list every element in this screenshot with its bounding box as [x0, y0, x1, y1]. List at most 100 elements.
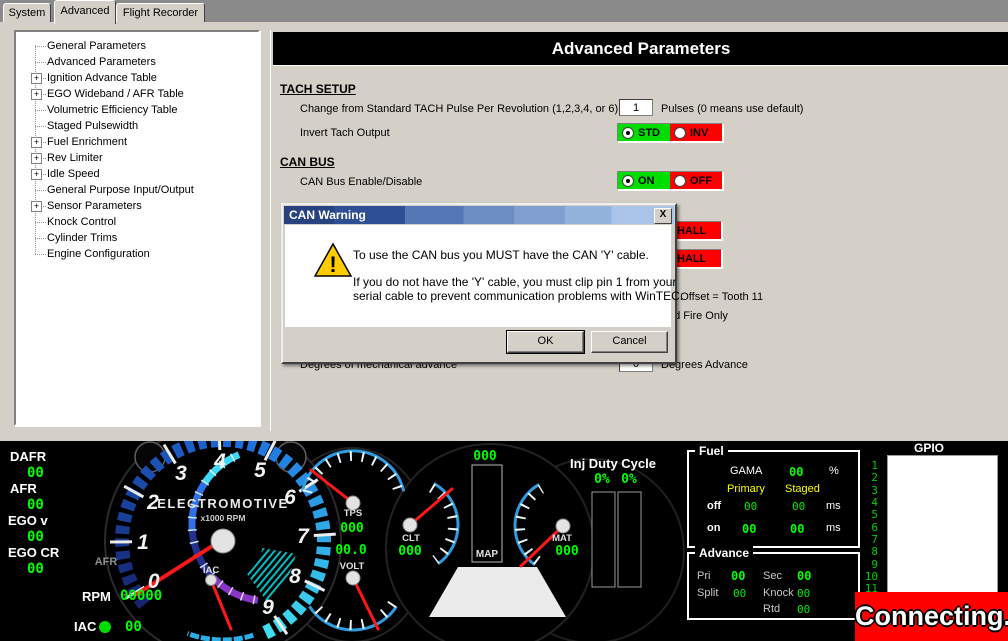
page-title: Advanced Parameters: [273, 32, 1008, 66]
afr-label: AFR: [10, 481, 37, 496]
parameter-tree: General Parameters Advanced Parameters +…: [14, 30, 260, 426]
can-bus-enable-label: CAN Bus Enable/Disable: [300, 176, 422, 188]
close-icon[interactable]: X: [654, 208, 672, 224]
tps-gauge-label: TPS: [344, 508, 362, 519]
expand-plus-icon[interactable]: +: [31, 169, 42, 180]
tach-units-label: x1000 RPM: [201, 513, 246, 523]
inj-duty-title: Inj Duty Cycle: [570, 456, 656, 471]
inj-duty-value-2: 0%: [621, 472, 637, 487]
fuel-off-label: off: [707, 500, 721, 512]
knock-label: Knock: [763, 587, 794, 599]
gpio-pin-8: 8: [860, 545, 878, 558]
tach-scale-3: 3: [175, 462, 187, 485]
tree-item-volumetric-efficiency-table[interactable]: Volumetric Efficiency Table: [16, 103, 258, 119]
tree-item-advanced-parameters[interactable]: Advanced Parameters: [16, 55, 258, 71]
fuel-on-staged-value: 00: [790, 522, 804, 536]
rtd-value: 00: [797, 603, 810, 616]
iac-status-dot: [99, 621, 111, 633]
advance-group-title: Advance: [695, 546, 753, 560]
radio-off[interactable]: OFF: [670, 172, 722, 189]
rpm-label: RPM: [82, 589, 111, 604]
tab-flight-recorder[interactable]: Flight Recorder: [116, 3, 205, 22]
tree-item-cylinder-trims[interactable]: Cylinder Trims: [16, 231, 258, 247]
tree-item-ego-wideband-afr-table[interactable]: +EGO Wideband / AFR Table: [16, 87, 258, 103]
clt-value: 000: [398, 544, 422, 559]
tree-item-fuel-enrichment[interactable]: +Fuel Enrichment: [16, 135, 258, 151]
inj-duty-value-1: 0%: [594, 472, 610, 487]
can-bus-heading: CAN BUS: [280, 155, 335, 169]
tree-item-sensor-parameters[interactable]: +Sensor Parameters: [16, 199, 258, 215]
expand-plus-icon[interactable]: +: [31, 137, 42, 148]
expand-plus-icon[interactable]: +: [31, 153, 42, 164]
dafr-label: DAFR: [10, 449, 46, 464]
fuel-group-title: Fuel: [695, 444, 728, 458]
gama-value: 00: [789, 465, 803, 479]
tach-pulse-label: Change from Standard TACH Pulse Per Revo…: [300, 103, 618, 115]
cancel-button[interactable]: Cancel: [591, 331, 668, 353]
map-gauge-label: MAP: [476, 549, 499, 560]
tree-item-general-parameters[interactable]: General Parameters: [16, 39, 258, 55]
tach-scale-1: 1: [137, 531, 149, 554]
split-label: Split: [697, 587, 718, 599]
dialog-titlebar[interactable]: CAN Warning: [284, 206, 674, 224]
tab-advanced[interactable]: Advanced: [54, 0, 116, 24]
volt-value: 00.0: [335, 543, 366, 558]
tree-item-staged-pulsewidth[interactable]: Staged Pulsewidth: [16, 119, 258, 135]
inj-duty-bar-2: [618, 492, 641, 587]
fuel-col-staged: Staged: [785, 483, 820, 495]
tree-item-knock-control[interactable]: Knock Control: [16, 215, 258, 231]
afr-value: 00: [27, 497, 44, 513]
dashboard: ELECTROMOTIVE x1000 RPM AFR IAC 0 1 2 3 …: [0, 441, 1008, 641]
tach-scale-2: 2: [146, 491, 159, 514]
tach-brand-label: ELECTROMOTIVE: [157, 496, 288, 511]
map-bar-gauge: [472, 465, 502, 562]
pri-label: Pri: [697, 570, 710, 582]
knock-value: 00: [797, 587, 810, 600]
tab-system[interactable]: System: [3, 3, 51, 22]
tree-item-engine-configuration[interactable]: Engine Configuration: [16, 247, 258, 263]
map-value: 000: [473, 449, 497, 464]
mat-value: 000: [555, 544, 579, 559]
radio-on[interactable]: ON: [618, 172, 670, 189]
tab-strip: System Advanced Flight Recorder: [0, 0, 1008, 22]
gama-label: GAMA: [730, 465, 762, 477]
gama-unit: %: [829, 465, 839, 477]
connecting-status-banner: Connecting...: [855, 592, 1008, 641]
tree-item-idle-speed[interactable]: +Idle Speed: [16, 167, 258, 183]
tach-pulse-input[interactable]: [619, 99, 653, 116]
radio-std[interactable]: STD: [618, 124, 670, 141]
fuel-on-primary-value: 00: [742, 522, 756, 536]
rtd-label: Rtd: [763, 603, 780, 615]
tree-item-ignition-advance-table[interactable]: +Ignition Advance Table: [16, 71, 258, 87]
expand-plus-icon[interactable]: +: [31, 89, 42, 100]
gpio-pin-5: 5: [860, 508, 878, 521]
pri-value: 00: [731, 569, 745, 583]
gpio-list-box[interactable]: [887, 455, 998, 594]
gpio-title: GPIO: [910, 441, 948, 455]
radio-inv[interactable]: INV: [670, 124, 722, 141]
expand-plus-icon[interactable]: +: [31, 201, 42, 212]
warning-icon: !: [313, 242, 353, 280]
can-warning-dialog: CAN Warning X ! To use the CAN bus you M…: [281, 203, 677, 364]
ok-button[interactable]: OK: [507, 331, 584, 353]
volt-gauge-label: VOLT: [340, 561, 365, 572]
tach-scale-7: 7: [297, 525, 310, 548]
iac-gauge-label: IAC: [203, 565, 220, 576]
tach-scale-9: 9: [262, 596, 274, 619]
tach-scale-8: 8: [289, 565, 301, 588]
gpio-pin-2: 2: [860, 471, 878, 484]
dialog-message-line1: To use the CAN bus you MUST have the CAN…: [353, 248, 649, 262]
tree-item-general-purpose-io[interactable]: General Purpose Input/Output: [16, 183, 258, 199]
tps-value: 000: [340, 521, 364, 536]
inj-duty-bar-1: [592, 492, 615, 587]
invert-tach-radiogroup: STD INV: [617, 123, 723, 142]
sec-value: 00: [797, 569, 811, 583]
radio-unselected-icon: [674, 175, 686, 187]
afr-gauge-label: AFR: [95, 556, 118, 568]
clt-gauge-label: CLT: [402, 533, 420, 544]
tach-setup-heading: TACH SETUP: [280, 82, 356, 96]
tree-item-rev-limiter[interactable]: +Rev Limiter: [16, 151, 258, 167]
sec-label: Sec: [763, 570, 782, 582]
radio-unselected-icon: [674, 127, 686, 139]
expand-plus-icon[interactable]: +: [31, 73, 42, 84]
